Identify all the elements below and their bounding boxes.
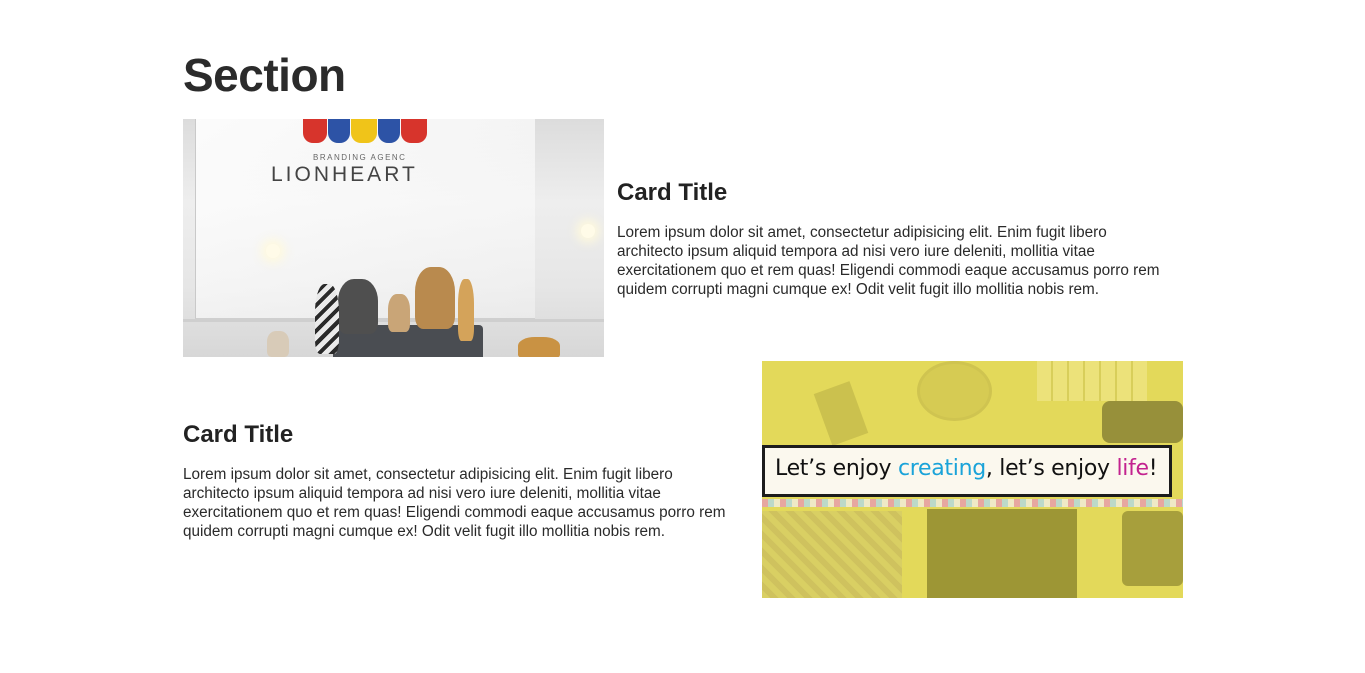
sunglasses-shape xyxy=(1102,401,1183,443)
banner-text-creating: creating xyxy=(897,456,986,481)
agency-label: BRANDING AGENC xyxy=(313,153,407,162)
cup-shape xyxy=(917,361,992,421)
banner-text-life: life xyxy=(1116,456,1149,481)
lion-cub-figurine xyxy=(388,294,410,332)
magazine-shape xyxy=(762,511,902,598)
card-image-lets-enjoy: Let’s enjoy creating, let’s enjoy life! xyxy=(762,361,1183,598)
zebra-figurine xyxy=(315,284,339,354)
card-body: Card Title Lorem ipsum dolor sit amet, c… xyxy=(183,421,743,541)
keyboard-shape xyxy=(1037,361,1147,401)
ceiling-light xyxy=(266,244,280,258)
logo-shape xyxy=(303,119,327,143)
banner-text-3: , let’s enjoy xyxy=(985,456,1117,481)
tape-stripe xyxy=(762,499,1183,507)
giraffe-figurine xyxy=(458,279,474,341)
card-body: Card Title Lorem ipsum dolor sit amet, c… xyxy=(617,179,1177,299)
phone-shape xyxy=(1122,511,1183,586)
card-text: Lorem ipsum dolor sit amet, consectetur … xyxy=(617,224,1160,298)
card-1: BRANDING AGENC LIONHEART Card Title Lore… xyxy=(183,119,1183,357)
card-title: Card Title xyxy=(617,179,728,206)
notebook-shape xyxy=(927,509,1077,598)
card-2: Card Title Lorem ipsum dolor sit amet, c… xyxy=(183,361,1183,598)
card-text: Lorem ipsum dolor sit amet, consectetur … xyxy=(183,466,726,540)
card-title: Card Title xyxy=(183,421,294,448)
logo-shape xyxy=(328,119,350,143)
lion-figurine xyxy=(415,267,455,329)
banner-text-1: Let’s enjoy xyxy=(775,456,898,481)
ceiling-light xyxy=(581,224,595,238)
brand-label: LIONHEART xyxy=(271,163,418,186)
cheetah-figurine xyxy=(518,337,560,357)
banner: Let’s enjoy creating, let’s enjoy life! xyxy=(762,445,1172,497)
logo-shape xyxy=(378,119,400,143)
logo-shape xyxy=(351,119,377,143)
pen-holder-shape xyxy=(813,381,869,446)
elephant-figurine xyxy=(338,279,378,334)
logo-shape xyxy=(401,119,427,143)
animal-figurine xyxy=(267,331,289,357)
card-image-lionheart: BRANDING AGENC LIONHEART xyxy=(183,119,604,357)
banner-text-5: ! xyxy=(1148,456,1158,481)
section-title: Section xyxy=(183,49,346,101)
